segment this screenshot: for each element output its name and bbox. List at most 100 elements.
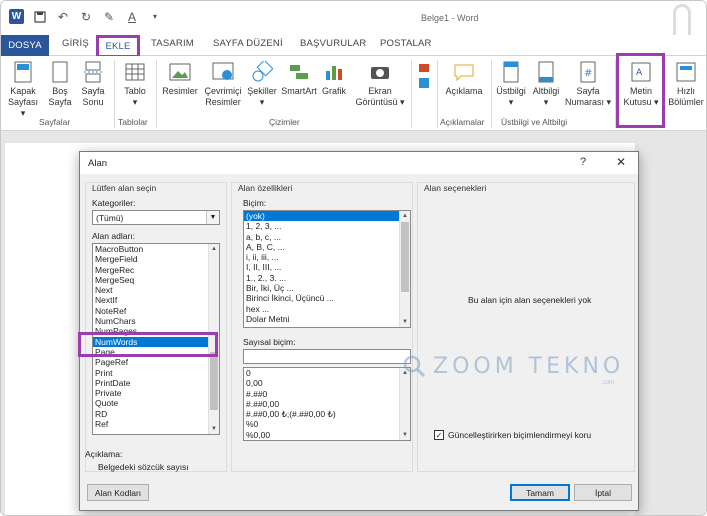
- page-break-label-2: Sonu: [82, 97, 104, 107]
- field-name-item[interactable]: PageRef: [93, 357, 219, 367]
- page-number-button[interactable]: # Sayfa Numarası ▾: [563, 60, 613, 108]
- scroll-down-icon[interactable]: ▼: [400, 317, 410, 327]
- cancel-button[interactable]: İptal: [574, 484, 632, 501]
- comment-button[interactable]: Açıklama: [441, 60, 487, 97]
- tab-postalar[interactable]: POSTALAR: [380, 38, 432, 49]
- numeric-format-item[interactable]: 0,00: [244, 378, 410, 388]
- cover-page-icon: [12, 60, 34, 84]
- scroll-thumb[interactable]: [401, 222, 409, 292]
- field-name-item[interactable]: MacroButton: [93, 244, 219, 254]
- numeric-format-item[interactable]: 0: [244, 368, 410, 378]
- store-icon[interactable]: [413, 60, 435, 74]
- redo-icon[interactable]: ↻: [79, 10, 93, 24]
- format-list[interactable]: (yok) 1, 2, 3, ... a, b, c, ... A, B, C, ..…: [243, 210, 411, 328]
- header-button[interactable]: Üstbilgi ▾: [493, 60, 529, 108]
- field-name-item[interactable]: Next: [93, 285, 219, 295]
- field-name-item[interactable]: MergeSeq: [93, 275, 219, 285]
- save-icon[interactable]: [33, 10, 47, 24]
- ribbon-separator: [411, 60, 412, 128]
- comment-label: Açıklama: [445, 86, 483, 96]
- chart-icon: [323, 60, 345, 84]
- screenshot-button[interactable]: Ekran Görüntüsü ▾: [353, 60, 407, 108]
- blank-page-icon: [49, 60, 71, 84]
- addins-buttons[interactable]: [415, 60, 433, 92]
- shapes-button[interactable]: Şekiller ▾: [245, 60, 279, 108]
- field-codes-button[interactable]: Alan Kodları: [87, 484, 149, 501]
- format-list-scrollbar[interactable]: ▲ ▼: [399, 211, 410, 327]
- tab-ekle[interactable]: EKLE: [96, 35, 140, 58]
- table-button[interactable]: Tablo ▾: [119, 60, 151, 108]
- numeric-format-item[interactable]: #.##0,00: [244, 399, 410, 409]
- font-color-icon[interactable]: A: [125, 10, 139, 24]
- field-name-item[interactable]: Print: [93, 368, 219, 378]
- online-pictures-button[interactable]: Çevrimiçi Resimler: [201, 60, 245, 108]
- format-item[interactable]: a, b, c, ...: [244, 232, 410, 242]
- field-name-item[interactable]: NumChars: [93, 316, 219, 326]
- format-item[interactable]: I, II, III, ...: [244, 262, 410, 272]
- field-name-item[interactable]: Ref: [93, 419, 219, 429]
- screenshot-icon: [369, 60, 391, 84]
- field-properties-title: Alan özellikleri: [238, 183, 293, 193]
- numeric-format-input[interactable]: [243, 349, 411, 364]
- scroll-thumb[interactable]: [210, 352, 218, 410]
- page-break-label: Sayfa: [81, 86, 105, 96]
- qat-customize-icon[interactable]: ▾: [148, 10, 162, 24]
- field-name-item[interactable]: RD: [93, 409, 219, 419]
- scroll-up-icon[interactable]: ▲: [400, 211, 410, 221]
- quick-parts-label-2: Bölümler: [668, 97, 704, 107]
- field-name-item[interactable]: Quote: [93, 398, 219, 408]
- chart-button[interactable]: Grafik: [319, 60, 349, 97]
- preserve-formatting-row[interactable]: ✓ Güncelleştirirken biçimlendirmeyi koru: [434, 430, 591, 440]
- footer-button[interactable]: Altbilgi ▾: [529, 60, 563, 108]
- ribbon-separator: [156, 60, 157, 128]
- apps-icon[interactable]: [413, 76, 435, 90]
- footer-icon: [535, 60, 557, 84]
- tab-sayfa-duzeni[interactable]: SAYFA DÜZENİ: [213, 38, 283, 49]
- field-name-item[interactable]: PrintDate: [93, 378, 219, 388]
- tab-basvurular[interactable]: BAŞVURULAR: [300, 38, 366, 49]
- ok-button[interactable]: Tamam: [510, 484, 570, 501]
- numeric-format-item[interactable]: #.##0,00 ₺;(#.##0,00 ₺): [244, 409, 410, 419]
- page-break-icon: [82, 60, 104, 84]
- cover-page-button[interactable]: Kapak Sayfası ▾: [5, 60, 41, 119]
- group-label-comments: Açıklamalar: [440, 117, 485, 127]
- format-item[interactable]: i, ii, iii, ...: [244, 252, 410, 262]
- page-number-label: Sayfa: [576, 86, 600, 96]
- magnifier-icon: [403, 355, 426, 378]
- field-name-item[interactable]: Private: [93, 388, 219, 398]
- format-item[interactable]: Dolar Metni: [244, 314, 410, 324]
- preserve-formatting-checkbox[interactable]: ✓: [434, 430, 444, 440]
- undo-icon[interactable]: ↶: [56, 10, 70, 24]
- chevron-down-icon[interactable]: ▼: [206, 211, 219, 224]
- categories-select[interactable]: (Tümü) ▼: [92, 210, 220, 225]
- format-item[interactable]: hex ...: [244, 304, 410, 314]
- page-break-button[interactable]: Sayfa Sonu: [77, 60, 109, 108]
- help-button[interactable]: ?: [580, 156, 586, 168]
- blank-page-button[interactable]: Boş Sayfa: [45, 60, 75, 108]
- field-name-item[interactable]: MergeField: [93, 254, 219, 264]
- format-item[interactable]: A, B, C, ...: [244, 242, 410, 252]
- format-painter-icon[interactable]: ✎: [102, 10, 116, 24]
- smartart-button[interactable]: SmartArt: [279, 60, 319, 97]
- numeric-format-item[interactable]: %0,00: [244, 430, 410, 440]
- close-icon[interactable]: ✕: [616, 155, 626, 169]
- format-item[interactable]: 1., 2., 3. ...: [244, 273, 410, 283]
- numeric-format-list[interactable]: 0 0,00 #.##0 #.##0,00 #.##0,00 ₺;(#.##0,00 ₺…: [243, 367, 411, 441]
- field-name-item[interactable]: MergeRec: [93, 265, 219, 275]
- tab-dosya[interactable]: DOSYA: [1, 35, 49, 56]
- format-item[interactable]: Birinci İkinci, Üçüncü ...: [244, 293, 410, 303]
- scroll-down-icon[interactable]: ▼: [209, 424, 219, 434]
- format-item[interactable]: 1, 2, 3, ...: [244, 221, 410, 231]
- pictures-button[interactable]: Resimler: [161, 60, 199, 97]
- tab-tasarim[interactable]: TASARIM: [151, 38, 194, 49]
- field-name-item[interactable]: NextIf: [93, 295, 219, 305]
- numeric-format-item[interactable]: #.##0: [244, 389, 410, 399]
- format-item[interactable]: (yok): [244, 211, 410, 222]
- scroll-down-icon[interactable]: ▼: [400, 430, 410, 440]
- tab-giris[interactable]: GİRİŞ: [62, 38, 89, 49]
- field-name-item[interactable]: NoteRef: [93, 306, 219, 316]
- scroll-up-icon[interactable]: ▲: [209, 244, 219, 254]
- format-item[interactable]: Bir, İki, Üç ...: [244, 283, 410, 293]
- quick-parts-button[interactable]: Hızlı Bölümler: [666, 60, 706, 108]
- numeric-format-item[interactable]: %0: [244, 419, 410, 429]
